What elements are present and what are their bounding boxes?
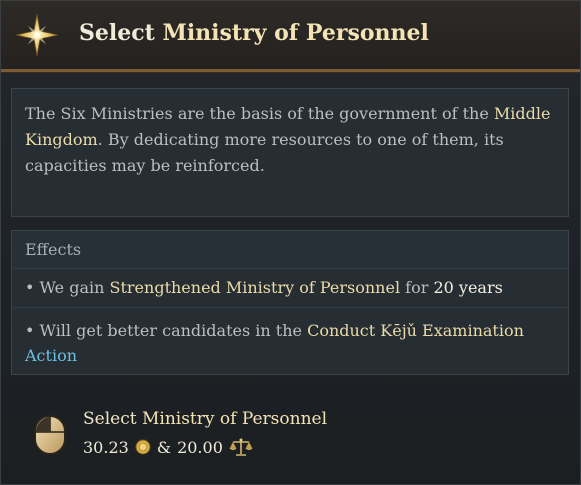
effect-text: • Will get better candidates in the Cond… (25, 318, 560, 368)
description-box: The Six Ministries are the basis of the … (11, 88, 569, 217)
gold-coin-icon (135, 439, 151, 455)
panel-header: Select Ministry of Personnel (1, 1, 580, 72)
select-action-row[interactable]: Select Ministry of Personnel 30.23 & 20.… (25, 401, 565, 471)
ministry-selection-panel: Select Ministry of Personnel The Six Min… (0, 0, 581, 485)
effect-text: • We gain Strengthened Ministry of Perso… (25, 278, 503, 297)
effect-middle: for (405, 278, 429, 297)
effect-highlight[interactable]: Conduct Kējǔ Examination (307, 321, 524, 340)
title-prefix: Select (79, 20, 155, 46)
mouse-icon (34, 415, 66, 455)
gold-star-icon (15, 13, 59, 57)
action-link[interactable]: Action (25, 346, 77, 365)
effect-item: • Will get better candidates in the Cond… (12, 308, 568, 374)
action-label[interactable]: Select Ministry of Personnel (83, 409, 327, 429)
description-text-before: The Six Ministries are the basis of the … (25, 104, 489, 123)
action-cost: 30.23 & 20.00 (83, 437, 253, 457)
description-text-after: . By dedicating more resources to one of… (25, 130, 504, 175)
title-highlight: Ministry of Personnel (162, 20, 429, 46)
effect-bullet: • We gain (25, 278, 105, 297)
action-label-prefix: Select (83, 409, 137, 429)
gold-cost-value: 30.23 (83, 437, 129, 457)
effect-bullet: • Will get better candidates in the (25, 321, 302, 340)
effects-box: Effects • We gain Strengthened Ministry … (11, 230, 569, 375)
effect-highlight[interactable]: Strengthened Ministry of Personnel (110, 278, 401, 297)
effects-heading: Effects (25, 240, 82, 259)
effects-heading-row: Effects (12, 231, 568, 269)
effect-duration: 20 years (433, 278, 503, 297)
effect-item: • We gain Strengthened Ministry of Perso… (12, 269, 568, 308)
action-label-highlight: Ministry of Personnel (141, 409, 328, 429)
page-title: Select Ministry of Personnel (79, 20, 429, 46)
scales-icon (229, 438, 253, 456)
description-text: The Six Ministries are the basis of the … (25, 101, 560, 179)
influence-cost-value: 20.00 (177, 437, 223, 457)
cost-separator: & (156, 437, 172, 457)
